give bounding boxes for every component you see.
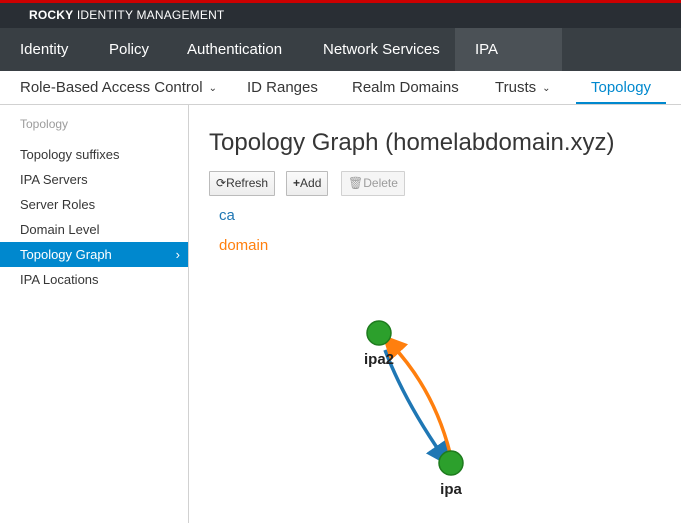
brand-bar: ROCKY IDENTITY MANAGEMENT <box>0 3 681 28</box>
add-button[interactable]: +Add <box>286 171 329 196</box>
sidebar-item-topology-graph[interactable]: Topology Graph › <box>0 242 188 267</box>
refresh-button[interactable]: ⟳Refresh <box>209 171 276 196</box>
secondary-nav: Role-Based Access Control ⌄ ID Ranges Rea… <box>0 71 681 105</box>
page-title: Topology Graph (homelabdomain.xyz) <box>209 129 615 156</box>
sidebar-item-domain-level[interactable]: Domain Level <box>0 217 188 242</box>
edge-domain[interactable] <box>382 334 452 454</box>
tab-rbac[interactable]: Role-Based Access Control ⌄ <box>20 71 217 104</box>
delete-button[interactable]: 🗑Delete <box>341 171 405 196</box>
legend-item-domain[interactable]: domain <box>219 237 268 254</box>
refresh-icon: ⟳ <box>216 176 227 190</box>
sidebar-item-topology-suffixes[interactable]: Topology suffixes <box>0 142 188 167</box>
nav-network-services[interactable]: Network Services <box>303 28 460 71</box>
sidebar-item-ipa-locations[interactable]: IPA Locations <box>0 267 188 292</box>
legend-item-ca[interactable]: ca <box>219 207 235 224</box>
node-ipa[interactable] <box>438 450 464 476</box>
product-logo: ROCKY IDENTITY MANAGEMENT <box>29 8 225 22</box>
node-label-ipa2: ipa2 <box>364 351 394 368</box>
chevron-right-icon: › <box>175 247 180 262</box>
node-ipa2[interactable] <box>366 320 392 346</box>
node-label-ipa: ipa <box>440 481 462 498</box>
nav-authentication[interactable]: Authentication <box>167 28 302 71</box>
sidebar-item-ipa-servers[interactable]: IPA Servers <box>0 167 188 192</box>
nav-policy[interactable]: Policy <box>89 28 169 71</box>
plus-icon: + <box>293 176 301 190</box>
sidebar-item-server-roles[interactable]: Server Roles <box>0 192 188 217</box>
sidebar-heading: Topology <box>20 117 69 131</box>
nav-ipa-server[interactable]: IPA Server <box>455 28 562 101</box>
primary-nav: Identity Policy Authentication Network S… <box>0 28 681 101</box>
trash-icon: 🗑 <box>348 176 364 190</box>
tab-id-ranges[interactable]: ID Ranges <box>247 71 318 104</box>
sidebar: Topology Topology suffixes IPA Servers S… <box>0 105 189 523</box>
topology-graph[interactable]: ipa2 ipa <box>189 260 681 523</box>
tab-trusts[interactable]: Trusts ⌄ <box>495 71 551 104</box>
nav-identity[interactable]: Identity <box>0 28 88 71</box>
chevron-down-icon: ⌄ <box>542 83 551 94</box>
tab-topology[interactable]: Topology <box>576 71 667 104</box>
chevron-down-icon: ⌄ <box>208 83 217 94</box>
tab-realm-domains[interactable]: Realm Domains <box>352 71 459 104</box>
